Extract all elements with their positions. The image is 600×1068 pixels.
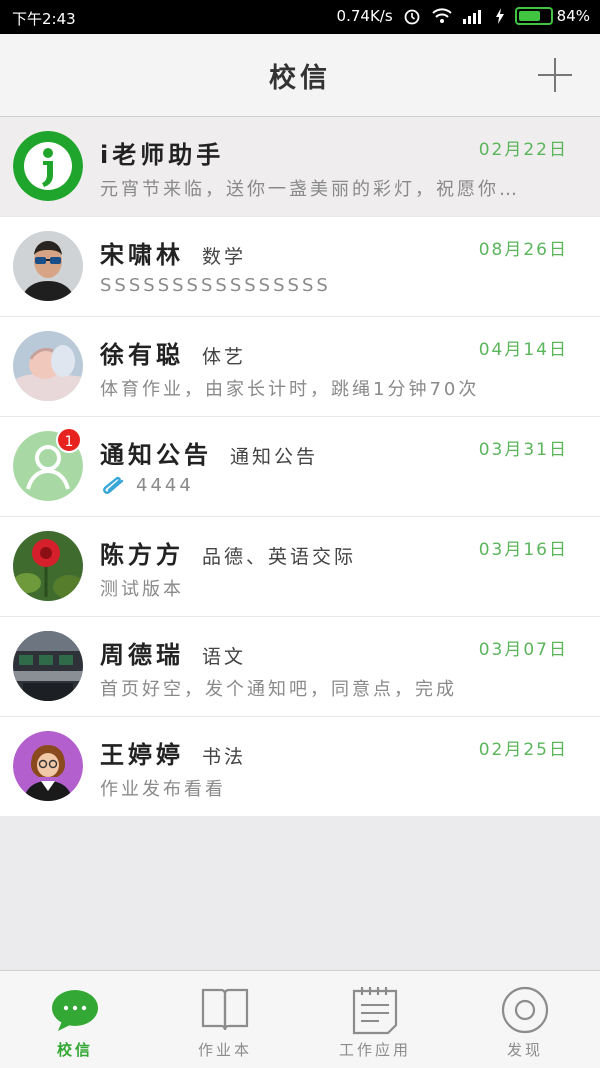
tab-discover[interactable]: 发现 [450, 971, 600, 1068]
conversation-item[interactable]: 1 通知公告 通知公告 03月31日 4444 [0, 417, 600, 517]
status-time: 下午2:43 [12, 10, 76, 28]
contact-avatar [13, 531, 83, 601]
contact-avatar [13, 631, 83, 701]
bottom-tab-bar: 校信 作业本 工作应用 发现 [0, 970, 600, 1068]
tab-work-apps[interactable]: 工作应用 [300, 971, 450, 1068]
tab-label: 工作应用 [338, 1041, 411, 1059]
message-date: 03月16日 [478, 540, 568, 560]
contact-name: 陈方方 品德、英语交际 [100, 535, 356, 570]
alarm-icon [404, 9, 420, 25]
status-bar: 下午2:43 0.74K/s 84% [0, 0, 600, 34]
battery-percent: 84% [556, 7, 590, 25]
tab-xiaoxin[interactable]: 校信 [0, 971, 150, 1068]
signal-icon [462, 10, 481, 24]
tab-homework[interactable]: 作业本 [150, 971, 300, 1068]
contact-name-text: 陈方方 [100, 541, 184, 569]
contact-name: i老师助手 [100, 141, 225, 169]
subject-label: 语文 [202, 646, 247, 668]
subject-label: 品德、英语交际 [202, 546, 357, 568]
notepad-icon [352, 987, 398, 1035]
tab-label: 发现 [506, 1041, 543, 1059]
conversation-item[interactable]: 王婷婷 书法 02月25日 作业发布看看 [0, 717, 600, 817]
message-date: 04月14日 [478, 340, 568, 360]
message-date: 03月31日 [478, 440, 568, 460]
battery-indicator: 84% [514, 7, 590, 25]
network-speed: 0.74K/s [336, 7, 393, 25]
conversation-item[interactable]: 宋啸林 数学 08月26日 SSSSSSSSSSSSSSSS [0, 217, 600, 317]
assistant-logo-icon [13, 131, 83, 201]
message-date: 03月07日 [478, 640, 568, 660]
contact-name: 周德瑞 语文 [100, 635, 246, 670]
subject-label: 通知公告 [230, 446, 319, 468]
message-preview: 体育作业，由家长计时，跳绳1分钟70次 [100, 379, 480, 400]
message-preview: 测试版本 [100, 579, 184, 600]
contact-name: 王婷婷 书法 [100, 735, 246, 770]
contact-avatar [13, 231, 83, 301]
subject-label: 数学 [202, 246, 247, 268]
eye-icon [501, 986, 549, 1034]
contact-avatar [13, 331, 83, 401]
subject-label: 体艺 [202, 346, 247, 368]
contact-name-text: 徐有聪 [100, 341, 184, 369]
subject-label: 书法 [202, 746, 247, 768]
book-icon [201, 988, 249, 1031]
message-preview: 作业发布看看 [100, 779, 226, 800]
contact-avatar [13, 731, 83, 801]
top-bar: 校信 [0, 34, 600, 117]
contact-name-text: 王婷婷 [100, 741, 184, 769]
unread-badge: 1 [56, 427, 82, 453]
battery-icon [514, 7, 553, 25]
add-button[interactable] [538, 58, 572, 92]
chat-bubble-icon [52, 990, 98, 1031]
message-preview: 元宵节来临，送你一盏美丽的彩灯，祝愿你… [100, 179, 520, 200]
page-title: 校信 [269, 63, 331, 94]
conversation-item[interactable]: 陈方方 品德、英语交际 03月16日 测试版本 [0, 517, 600, 617]
contact-name-text: 宋啸林 [100, 241, 184, 269]
message-preview: 首页好空，发个通知吧，同意点，完成 [100, 679, 457, 700]
conversation-item[interactable]: i老师助手 02月22日 元宵节来临，送你一盏美丽的彩灯，祝愿你… [0, 117, 600, 217]
message-date: 02月22日 [478, 140, 568, 160]
message-date: 08月26日 [478, 240, 568, 260]
paperclip-icon [103, 476, 124, 494]
message-preview: 4444 [100, 475, 570, 496]
tab-label: 校信 [56, 1041, 93, 1059]
contact-name: 通知公告 通知公告 [100, 435, 318, 470]
conversation-list: i老师助手 02月22日 元宵节来临，送你一盏美丽的彩灯，祝愿你… 宋啸林 数学 … [0, 117, 600, 817]
message-preview: SSSSSSSSSSSSSSSS [100, 275, 331, 296]
preview-text: 4444 [136, 475, 194, 496]
contact-name: 徐有聪 体艺 [100, 335, 246, 370]
message-date: 02月25日 [478, 740, 568, 760]
wifi-icon [431, 8, 452, 23]
tab-label: 作业本 [197, 1041, 252, 1059]
charging-icon [495, 8, 504, 24]
assistant-avatar [13, 131, 83, 201]
contact-name-text: 周德瑞 [100, 641, 184, 669]
conversation-item[interactable]: 徐有聪 体艺 04月14日 体育作业，由家长计时，跳绳1分钟70次 [0, 317, 600, 417]
contact-name-text: 通知公告 [100, 441, 212, 469]
conversation-item[interactable]: 周德瑞 语文 03月07日 首页好空，发个通知吧，同意点，完成 [0, 617, 600, 717]
contact-name: 宋啸林 数学 [100, 235, 246, 270]
